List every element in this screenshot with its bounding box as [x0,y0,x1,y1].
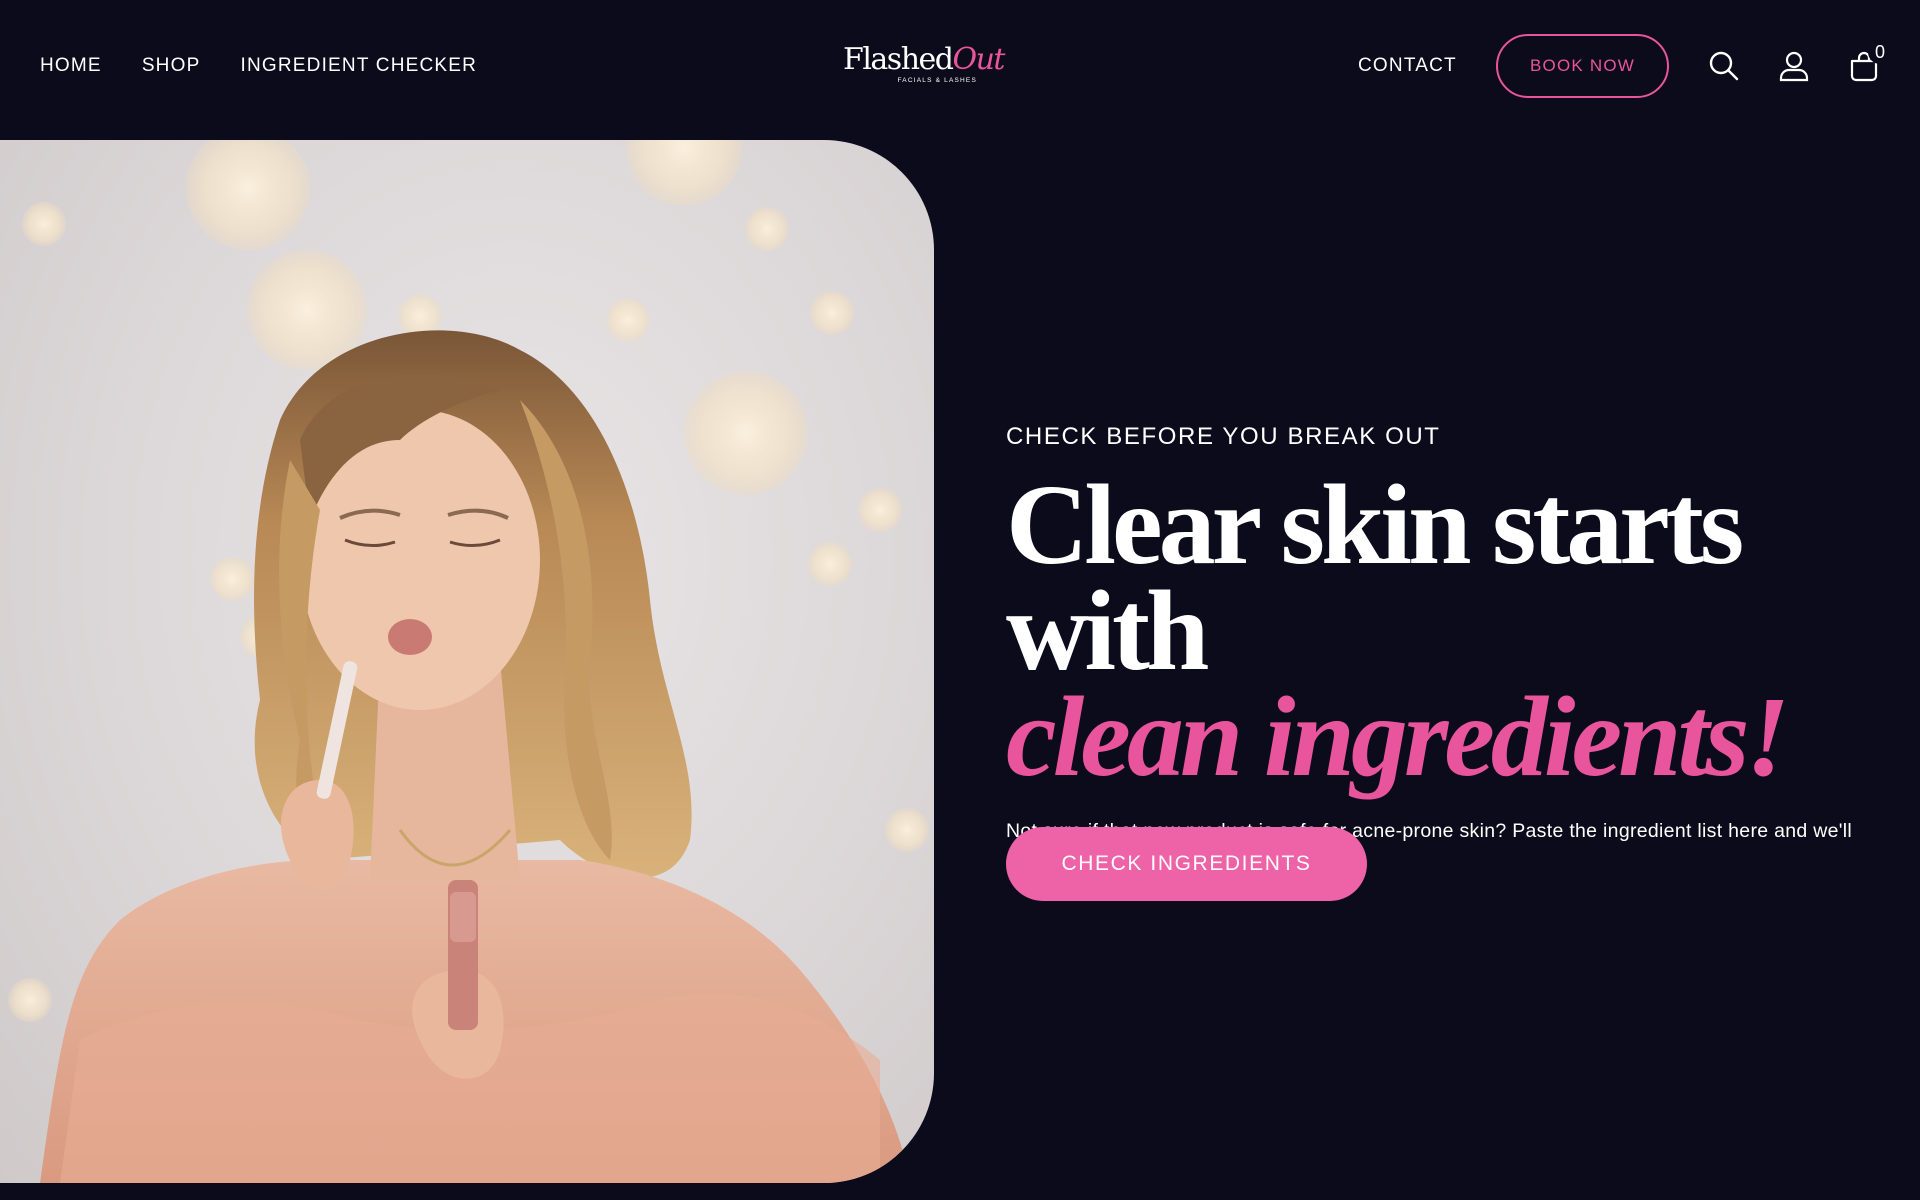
account-icon[interactable] [1777,48,1811,84]
logo-word-flashed: Flashed [843,42,954,77]
hero-photo [0,140,934,1183]
nav-home[interactable]: HOME [40,54,102,78]
headline-line-2: clean ingredients! [1006,673,1790,800]
hero-photo-illustration [8,140,929,1183]
check-ingredients-button[interactable]: CHECK INGREDIENTS [1006,827,1367,901]
search-icon[interactable] [1707,48,1741,84]
headline-line-1: Clear skin starts with [1006,461,1744,694]
nav-shop[interactable]: SHOP [142,54,201,78]
site-header: HOME SHOP INGREDIENT CHECKER FlashedOut … [0,0,1920,138]
hero-eyebrow: CHECK BEFORE YOU BREAK OUT [1006,423,1441,450]
nav-contact[interactable]: CONTACT [1358,54,1457,78]
hero-content: CHECK BEFORE YOU BREAK OUT Clear skin st… [1006,420,1886,884]
nav-ingredient-checker[interactable]: INGREDIENT CHECKER [240,54,477,78]
logo-tagline: FACIALS & LASHES [897,77,977,84]
book-now-button[interactable]: BOOK NOW [1496,34,1669,98]
logo-word-out: Out [952,42,1005,77]
cart-count-badge: 0 [1868,40,1892,64]
logo-wordmark: FlashedOut [843,42,1005,77]
brand-logo[interactable]: FlashedOut FACIALS & LASHES [843,42,1005,90]
hero-headline: Clear skin starts with clean ingredients… [1006,461,1886,800]
primary-nav: HOME SHOP INGREDIENT CHECKER [40,54,477,78]
